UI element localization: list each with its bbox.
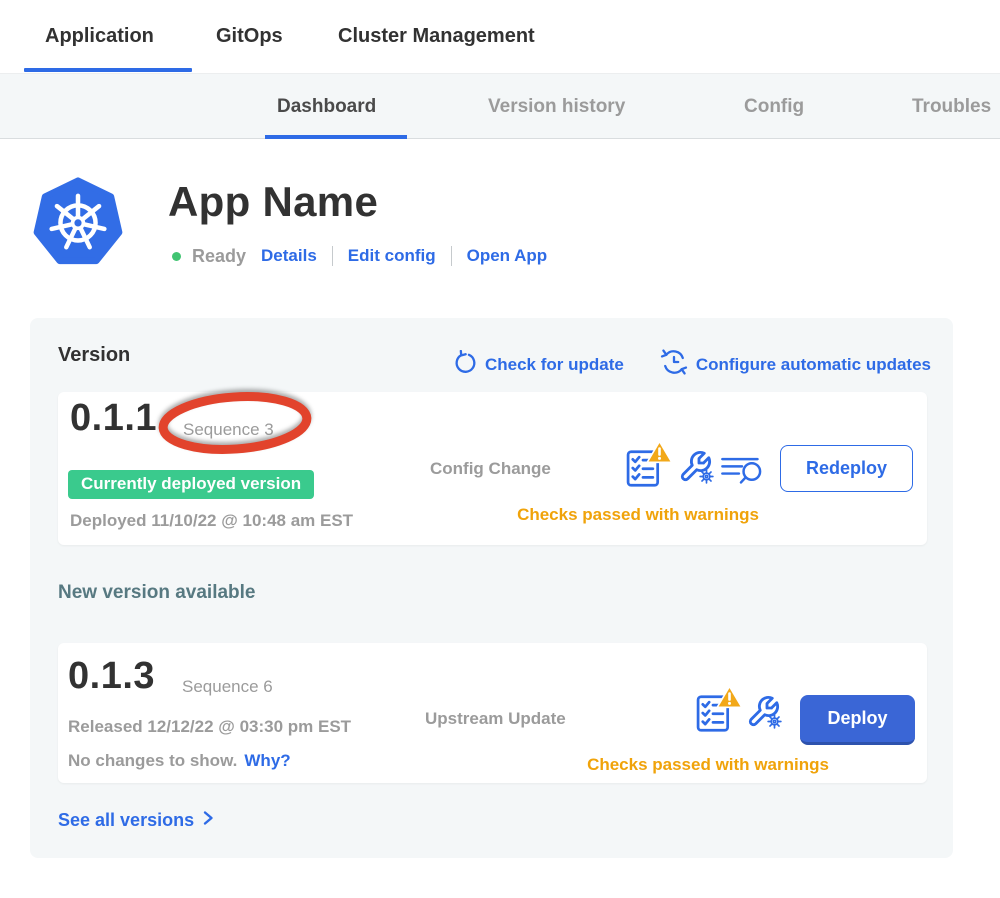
primary-nav: Application GitOps Cluster Management: [0, 0, 1000, 73]
deployed-timestamp: Deployed 11/10/22 @ 10:48 am EST: [70, 511, 353, 531]
no-changes-text: No changes to show.: [68, 751, 237, 771]
page-title: App Name: [168, 178, 378, 226]
changes-row: No changes to show. Why?: [68, 751, 291, 771]
why-link[interactable]: Why?: [244, 751, 290, 771]
see-all-versions-link[interactable]: See all versions: [58, 810, 214, 831]
deployed-version-number: 0.1.1: [70, 397, 157, 440]
refresh-icon: [452, 350, 477, 380]
tab-dashboard[interactable]: Dashboard: [265, 74, 407, 139]
redeploy-button[interactable]: Redeploy: [780, 445, 913, 492]
wrench-gear-icon[interactable]: [746, 693, 782, 734]
tab-application[interactable]: Application: [24, 0, 192, 73]
kubernetes-logo: [33, 176, 123, 268]
ready-status-dot: [172, 252, 181, 261]
tab-cluster-management[interactable]: Cluster Management: [317, 0, 556, 73]
currently-deployed-badge: Currently deployed version: [68, 470, 314, 499]
divider: [451, 246, 452, 266]
wrench-gear-icon[interactable]: [678, 448, 714, 489]
edit-config-link[interactable]: Edit config: [348, 246, 436, 266]
available-source-label: Upstream Update: [425, 709, 566, 729]
tab-gitops[interactable]: GitOps: [195, 0, 304, 73]
open-app-link[interactable]: Open App: [467, 246, 548, 266]
warning-triangle-icon: [716, 685, 743, 714]
configure-automatic-updates-button[interactable]: Configure automatic updates: [660, 348, 931, 381]
tab-config[interactable]: Config: [732, 74, 816, 139]
deployed-checks-status: Checks passed with warnings: [438, 505, 838, 525]
available-version-card: 0.1.3 Sequence 6 Released 12/12/22 @ 03:…: [58, 643, 927, 783]
available-checks-status: Checks passed with warnings: [498, 755, 918, 775]
deploy-button[interactable]: Deploy: [800, 695, 915, 745]
deployed-source-label: Config Change: [430, 459, 551, 479]
version-panel: Version Check for update Con: [30, 318, 953, 858]
warning-triangle-icon: [646, 440, 673, 469]
available-version-number: 0.1.3: [68, 655, 155, 698]
version-heading: Version: [58, 344, 130, 367]
deployed-version-card: 0.1.1 Sequence 3 Currently deployed vers…: [58, 392, 927, 545]
divider: [332, 246, 333, 266]
available-sequence-label: Sequence 6: [182, 677, 273, 697]
released-timestamp: Released 12/12/22 @ 03:30 pm EST: [68, 717, 351, 737]
chevron-right-icon: [203, 810, 214, 831]
version-actions: Check for update Configure automatic upd…: [452, 348, 931, 381]
details-link[interactable]: Details: [261, 246, 317, 266]
lines-magnifier-icon[interactable]: [720, 456, 764, 492]
app-status-row: Ready Details Edit config Open App: [172, 242, 547, 270]
deployed-sequence-label: Sequence 3: [183, 420, 274, 440]
tab-troubleshoot[interactable]: Troubles: [900, 74, 1000, 139]
app-status-text: Ready: [192, 246, 246, 267]
new-version-heading: New version available: [58, 582, 256, 604]
check-for-update-button[interactable]: Check for update: [452, 350, 624, 380]
auto-update-clock-icon: [660, 348, 688, 381]
tab-version-history[interactable]: Version history: [476, 74, 637, 139]
secondary-nav: Dashboard Version history Config Trouble…: [0, 73, 1000, 139]
